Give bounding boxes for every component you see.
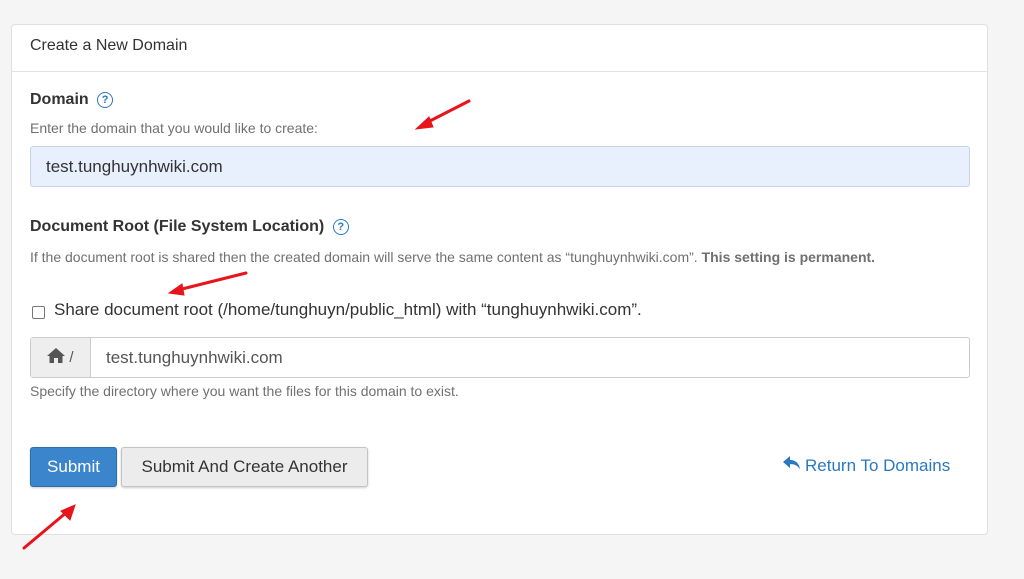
annotation-arrow-checkbox: [167, 271, 248, 296]
annotation-arrow-domain: [414, 99, 471, 130]
annotation-arrow-submit: [22, 504, 76, 550]
annotation-arrows: [22, 99, 471, 550]
